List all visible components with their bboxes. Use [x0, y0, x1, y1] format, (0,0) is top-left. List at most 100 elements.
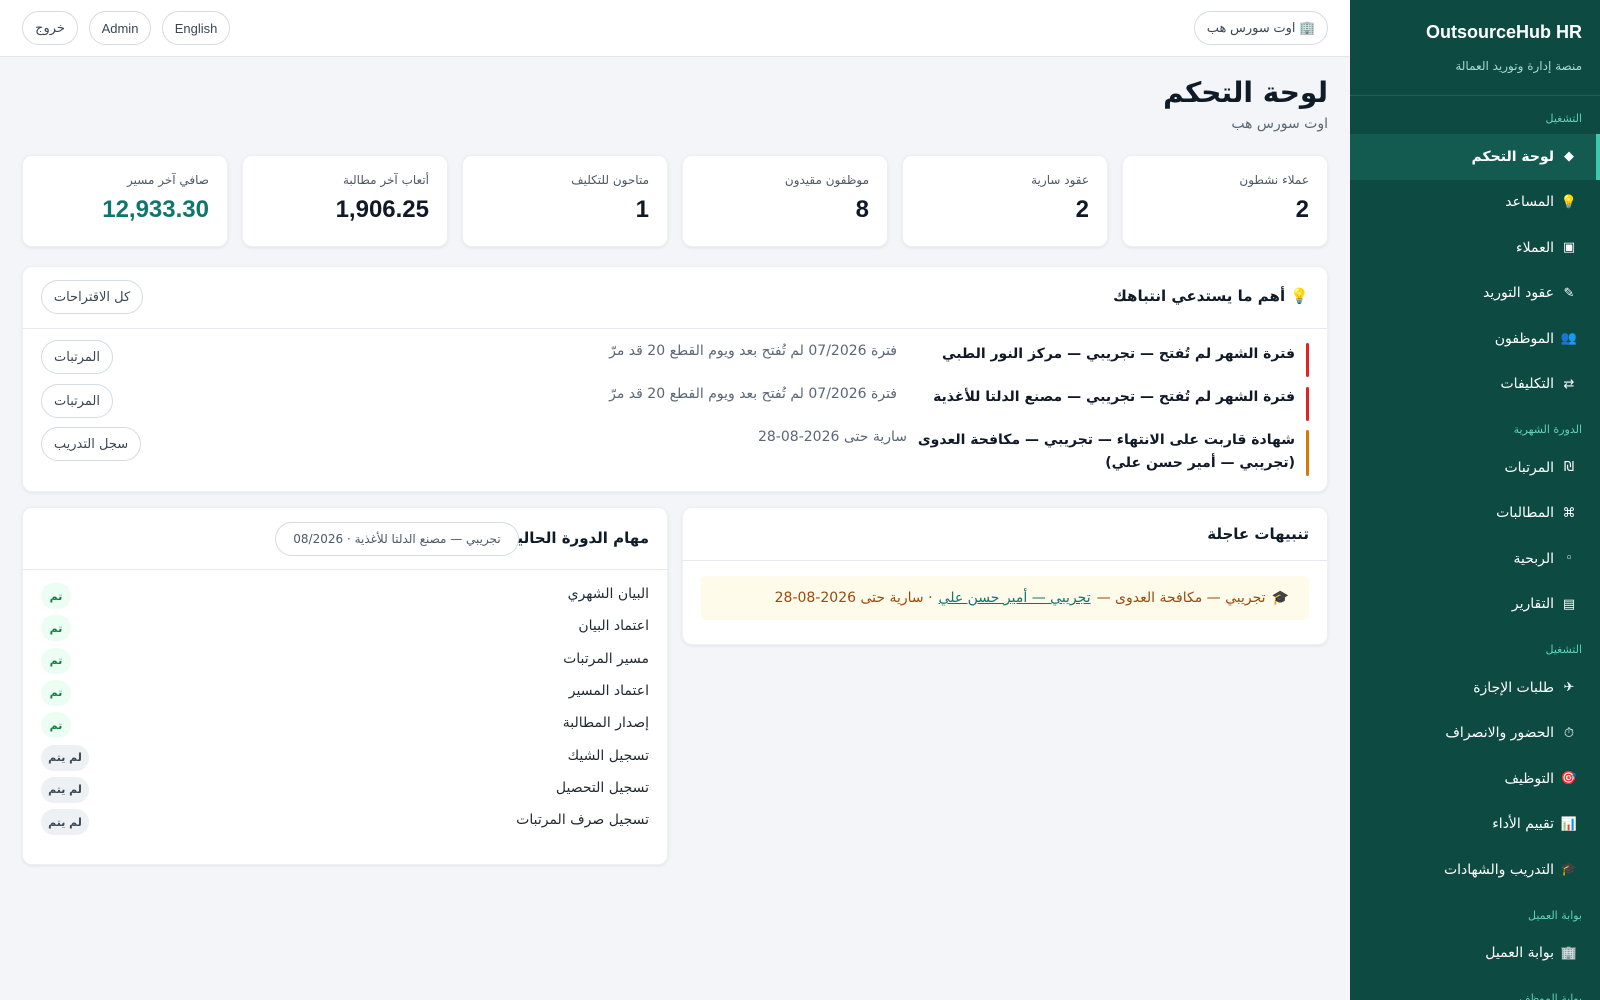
employee-link[interactable]: تجريبي — أمير حسن علي	[939, 590, 1091, 606]
company-switcher-label: 🏢 اوت سورس هب	[1206, 20, 1316, 35]
stat-value: 1	[635, 196, 649, 223]
cycle-tasks-title: مهام الدورة الحالية	[508, 529, 649, 547]
stat-card-available-employees: متاحون للتكليف 1	[462, 155, 668, 247]
stat-value: 12,933.30	[102, 196, 209, 223]
nav-item-icon: 🏢	[1560, 945, 1578, 961]
nav-section-heading: التشغيل	[1545, 643, 1583, 656]
stat-value: 8	[855, 196, 869, 223]
stat-label: صافي آخر مسير	[127, 173, 209, 187]
task-label: البيان الشهري	[567, 586, 649, 602]
sidebar-item-label: التدريب والشهادات	[1443, 861, 1554, 878]
attention-item: فترة الشهر لم تُفتح — تجريبي — مركز النو…	[23, 340, 1327, 379]
urgent-alerts-title: تنبيهات عاجلة	[1207, 525, 1309, 543]
nav-item-icon: ⌘	[1562, 505, 1576, 521]
nav-section-heading: بوابة العميل	[1528, 908, 1582, 922]
language-button[interactable]: English	[162, 11, 230, 45]
task-row: اعتماد البيان تم	[23, 612, 667, 644]
stat-value: 2	[1075, 196, 1089, 223]
cycle-tasks-card: مهام الدورة الحالية تجريبي — مصنع الدلتا…	[22, 507, 668, 865]
stat-label: عقود سارية	[1031, 173, 1089, 187]
sidebar-item[interactable]: ⇄ التكليفات	[1350, 362, 1600, 408]
status-badge-done: تم	[41, 583, 71, 609]
attention-item-title: فترة الشهر لم تُفتح — تجريبي — مصنع الدل…	[933, 389, 1295, 405]
sidebar-item[interactable]: ▣ العملاء	[1350, 225, 1600, 271]
sidebar-item-label: التوظيف	[1504, 770, 1554, 787]
sidebar-item[interactable]: ⏱ الحضور والانصراف	[1350, 711, 1600, 757]
sidebar-item-label: طلبات الإجازة	[1473, 679, 1554, 696]
sidebar-item[interactable]: 🏢 بوابة العميل	[1350, 931, 1600, 977]
attention-item: شهادة قاربت على الانتهاء — تجريبي — مكاف…	[23, 427, 1327, 480]
payroll-action-button[interactable]: المرتبات	[41, 340, 113, 374]
sidebar-item[interactable]: ◦ الربحية	[1350, 536, 1600, 582]
severity-bar-danger	[1306, 343, 1309, 377]
stat-label: عملاء نشطون	[1239, 173, 1309, 187]
stat-label: متاحون للتكليف	[571, 173, 649, 187]
sidebar: OutsourceHub HR منصة إدارة وتوريد العمال…	[1350, 0, 1600, 1000]
attention-item-desc: فترة 07/2026 لم تُفتح بعد ويوم القطع 20 …	[609, 386, 897, 402]
status-badge-pending: لم يتم	[41, 809, 89, 836]
sidebar-item[interactable]: ₪ المرتبات	[1350, 445, 1600, 491]
task-label: اعتماد المسير	[568, 682, 649, 699]
nav-item-icon: ▣	[1562, 240, 1576, 256]
attention-card: 💡 أهم ما يستدعي انتباهك كل الاقتراحات فت…	[22, 266, 1328, 492]
severity-bar-warning	[1306, 430, 1309, 476]
sidebar-item-label: الموظفون	[1494, 330, 1554, 347]
status-badge-done: تم	[41, 615, 71, 642]
severity-bar-danger	[1306, 387, 1309, 421]
all-suggestions-button[interactable]: كل الاقتراحات	[41, 280, 143, 314]
user-label: Admin	[101, 20, 139, 36]
topbar: 🏢 اوت سورس هب English Admin خروج	[0, 0, 1350, 57]
status-badge-done: تم	[41, 647, 71, 674]
task-row: تسجيل الشيك لم يتم	[23, 742, 667, 774]
action-label: المرتبات	[54, 349, 101, 365]
sidebar-item-label: الحضور والانصراف	[1445, 725, 1554, 742]
attention-item-desc: فترة 07/2026 لم تُفتح بعد ويوم القطع 20 …	[609, 343, 897, 359]
sidebar-item-label: التقارير	[1511, 596, 1554, 613]
nav-item-icon: ◦	[1565, 551, 1573, 567]
stat-card-active-contracts: عقود سارية 2	[902, 155, 1108, 247]
sidebar-item[interactable]: ◆ لوحة التحكم	[1350, 134, 1600, 180]
training-log-button[interactable]: سجل التدريب	[41, 427, 141, 461]
stat-card-last-claim-fees: أتعاب آخر مطالبة 1,906.25	[242, 155, 448, 247]
user-button[interactable]: Admin	[89, 11, 151, 45]
brand-title: OutsourceHub HR	[1425, 22, 1582, 42]
sidebar-item[interactable]: 📊 تقييم الأداء	[1350, 802, 1600, 848]
nav-section-heading: بوابة الموظف	[1519, 992, 1582, 1000]
sidebar-item-label: الربحية	[1513, 550, 1554, 567]
action-label: سجل التدريب	[53, 436, 129, 452]
language-label: English	[174, 20, 218, 36]
nav-item-icon: ✈	[1563, 680, 1575, 696]
logout-label: خروج	[35, 20, 65, 35]
nav-item-icon: ◆	[1564, 149, 1574, 165]
sidebar-item[interactable]: 🎓 التدريب والشهادات	[1350, 847, 1600, 893]
alert-prefix: تجريبي — مكافحة العدوى —	[1096, 590, 1266, 606]
sidebar-item[interactable]: ⌘ المطالبات	[1350, 491, 1600, 537]
urgent-alert-item: 🎓 تجريبي — مكافحة العدوى — تجريبي — أمير…	[701, 576, 1309, 620]
sidebar-item[interactable]: 💡 المساعد	[1350, 180, 1600, 226]
nav-item-icon: 🎯	[1560, 771, 1578, 787]
sidebar-item[interactable]: 👥 الموظفون	[1350, 316, 1600, 362]
attention-item-title: شهادة قاربت على الانتهاء — تجريبي — مكاف…	[917, 432, 1295, 471]
task-label: تسجيل صرف المرتبات	[516, 812, 649, 829]
task-row: إصدار المطالبة تم	[23, 709, 667, 741]
period-label: تجريبي — مصنع الدلتا للأغذية · 08/2026	[293, 532, 501, 546]
all-suggestions-label: كل الاقتراحات	[53, 289, 131, 305]
sidebar-item[interactable]: ▤ التقارير	[1350, 582, 1600, 628]
company-switcher-button[interactable]: 🏢 اوت سورس هب	[1194, 11, 1328, 45]
page-title: لوحة التحكم	[1163, 76, 1328, 109]
sidebar-item-label: المرتبات	[1504, 459, 1554, 476]
attention-item-desc: سارية حتى 2026-08-28	[757, 429, 907, 445]
sidebar-item-label: المساعد	[1505, 194, 1554, 211]
sidebar-item[interactable]: 🎯 التوظيف	[1350, 756, 1600, 802]
nav-item-icon: ₪	[1563, 460, 1575, 476]
nav-item-icon: 🎓	[1560, 862, 1578, 878]
sidebar-item[interactable]: ✎ عقود التوريد	[1350, 271, 1600, 317]
action-label: المرتبات	[54, 393, 101, 409]
task-row: تسجيل صرف المرتبات لم يتم	[23, 806, 667, 838]
stat-card-registered-employees: موظفون مقيدون 8	[682, 155, 888, 247]
sidebar-item[interactable]: ✈ طلبات الإجازة	[1350, 665, 1600, 711]
task-row: مسير المرتبات تم	[23, 645, 667, 677]
status-badge-done: تم	[41, 712, 71, 739]
logout-button[interactable]: خروج	[22, 11, 78, 45]
payroll-action-button[interactable]: المرتبات	[41, 384, 113, 418]
